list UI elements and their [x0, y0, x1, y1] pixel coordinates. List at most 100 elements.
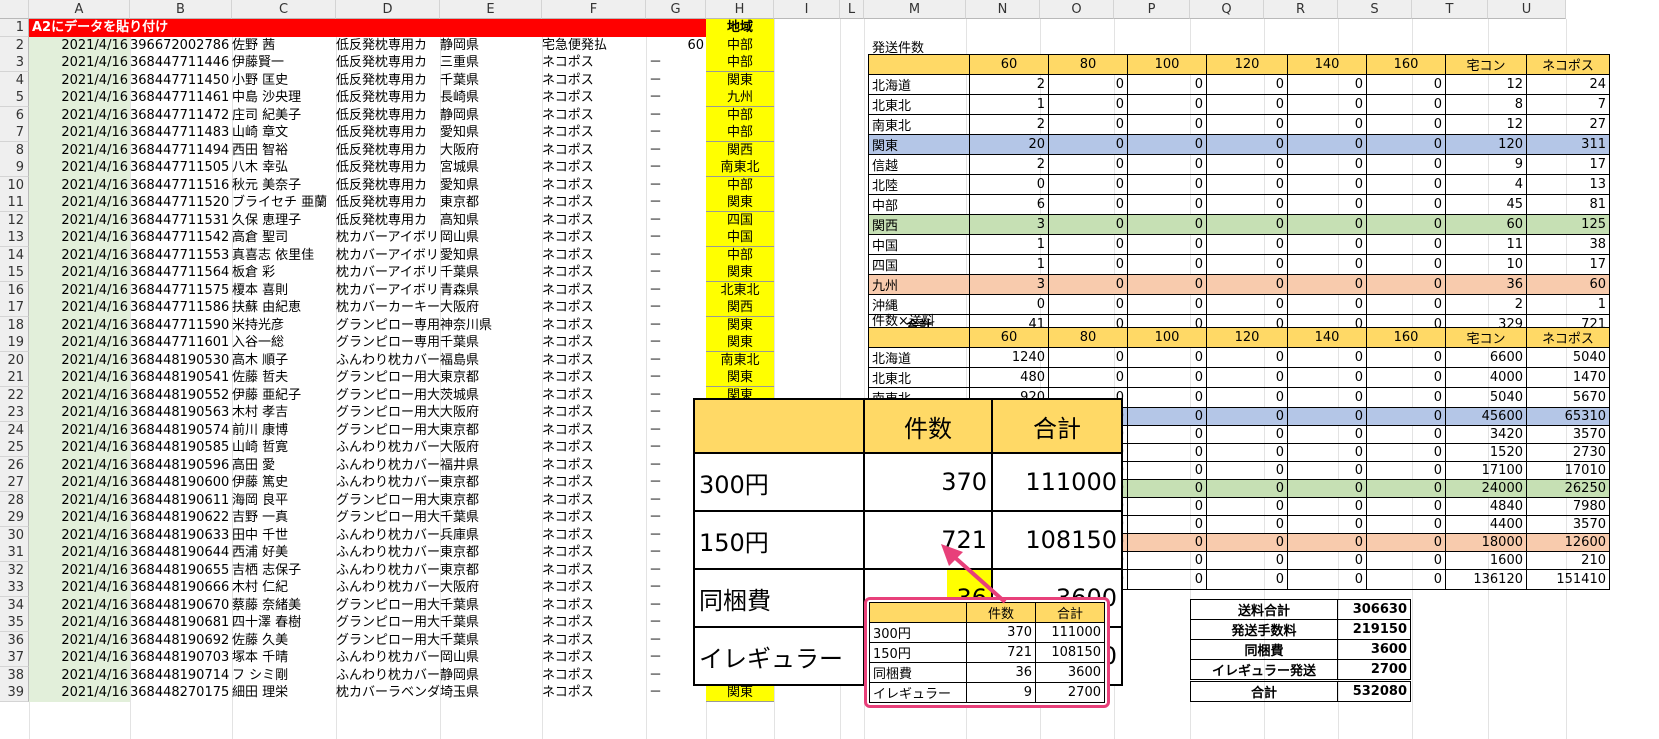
cell-region[interactable]: 中部 — [706, 124, 774, 142]
cell-g[interactable]: － — [646, 684, 706, 702]
cell-method[interactable]: ネコポス — [542, 422, 646, 440]
summary-total[interactable]: 111000 — [1035, 622, 1105, 643]
region-label[interactable]: 関西 — [868, 214, 970, 235]
cell-name[interactable]: 塚本 千晴 — [232, 649, 336, 667]
region-label[interactable]: 北東北 — [868, 94, 970, 115]
cell-name[interactable]: 前川 康博 — [232, 422, 336, 440]
cell-id[interactable]: 368447711450 — [130, 72, 232, 90]
table-value[interactable]: 4000 — [1445, 367, 1527, 388]
table-value[interactable]: 0 — [1127, 154, 1207, 175]
table-value[interactable]: 0 — [1366, 347, 1446, 368]
cell-name[interactable]: 蔡藤 奈緒美 — [232, 597, 336, 615]
cell-id[interactable]: 368448190622 — [130, 509, 232, 527]
cell-id[interactable]: 368447711553 — [130, 247, 232, 265]
table-value[interactable]: 0 — [1366, 461, 1446, 480]
table-value[interactable]: 0 — [1206, 74, 1288, 95]
table-value[interactable]: 5670 — [1526, 387, 1610, 408]
row-header[interactable]: 34 — [0, 596, 29, 615]
row-header[interactable]: 2 — [0, 36, 29, 55]
table-value[interactable]: 0 — [1366, 551, 1446, 570]
cell-name[interactable]: 吉栖 志保子 — [232, 562, 336, 580]
cell-id[interactable]: 368447711483 — [130, 124, 232, 142]
table-value[interactable]: 2730 — [1526, 443, 1610, 462]
region-label[interactable]: 四国 — [868, 254, 970, 275]
column-header-L[interactable]: L — [840, 0, 864, 19]
table-value[interactable]: 3420 — [1445, 425, 1527, 444]
row-header[interactable]: 1 — [0, 19, 29, 37]
table-value[interactable]: 0 — [1287, 443, 1367, 462]
table-value[interactable]: 0 — [1048, 214, 1128, 235]
table-value[interactable]: 0 — [1287, 274, 1367, 295]
row-header[interactable]: 6 — [0, 106, 29, 125]
row-header[interactable]: 22 — [0, 386, 29, 405]
table-value[interactable]: 0 — [1127, 497, 1207, 516]
cell-name[interactable]: 四十澤 春樹 — [232, 614, 336, 632]
cell-date[interactable]: 2021/4/16 — [29, 439, 130, 457]
region-label[interactable]: 関東 — [868, 134, 970, 155]
table-value[interactable]: 0 — [1048, 194, 1128, 215]
cell-date[interactable]: 2021/4/16 — [29, 526, 130, 545]
table-value[interactable]: 0 — [1366, 234, 1446, 255]
cell-pref[interactable]: 千葉県 — [440, 264, 542, 282]
cell-name[interactable]: 高倉 聖司 — [232, 229, 336, 247]
cell-date[interactable]: 2021/4/16 — [29, 194, 130, 212]
cell-name[interactable]: 中島 沙央理 — [232, 89, 336, 107]
table-value[interactable]: 0 — [1048, 367, 1128, 388]
cell-name[interactable]: 木村 仁紀 — [232, 579, 336, 597]
column-header-B[interactable]: B — [130, 0, 232, 19]
row-header[interactable]: 35 — [0, 614, 29, 632]
cell-pref[interactable]: 大阪府 — [440, 299, 542, 317]
cell-region[interactable]: 北東北 — [706, 281, 774, 300]
cell-name[interactable]: 入谷一総 — [232, 334, 336, 352]
table-value[interactable]: 0 — [1048, 234, 1128, 255]
table-value[interactable]: 0 — [1206, 407, 1288, 426]
cell-method[interactable]: ネコポス — [542, 457, 646, 475]
table-value[interactable]: 18000 — [1445, 533, 1527, 552]
row-header[interactable]: 30 — [0, 526, 29, 545]
cell-g[interactable]: － — [646, 317, 706, 335]
grand-value[interactable]: 306630 — [1337, 599, 1411, 620]
table-value[interactable]: 0 — [1287, 515, 1367, 534]
table-value[interactable]: 5040 — [1526, 347, 1610, 368]
table-value[interactable]: 0 — [1127, 387, 1207, 408]
cell-id[interactable]: 368448190552 — [130, 387, 232, 405]
table-value[interactable]: 0 — [1127, 515, 1207, 534]
table-value[interactable]: 311 — [1526, 134, 1610, 155]
table-value[interactable]: 45600 — [1445, 407, 1527, 426]
table-value[interactable]: 0 — [1366, 515, 1446, 534]
cell-name[interactable]: 米持光彦 — [232, 317, 336, 335]
cell-method[interactable]: ネコポス — [542, 107, 646, 125]
cell-name[interactable]: 八木 幸弘 — [232, 159, 336, 177]
table-value[interactable]: 0 — [1048, 94, 1128, 115]
row-header[interactable]: 24 — [0, 421, 29, 440]
cell-name[interactable]: 板倉 彩 — [232, 264, 336, 282]
cell-item[interactable]: グランピロー用大 — [336, 614, 440, 632]
cell-date[interactable]: 2021/4/16 — [29, 421, 130, 440]
cell-id[interactable]: 368448190585 — [130, 439, 232, 457]
cell-method[interactable]: ネコポス — [542, 352, 646, 370]
cell-name[interactable]: 細田 理栄 — [232, 684, 336, 702]
zoom-count[interactable]: 370 — [863, 452, 993, 512]
cell-pref[interactable]: 東京都 — [440, 474, 542, 492]
cell-date[interactable]: 2021/4/16 — [29, 229, 130, 247]
column-header-T[interactable]: T — [1412, 0, 1488, 19]
cell-item[interactable]: ふんわり枕カバー — [336, 439, 440, 457]
cell-pref[interactable]: 愛知県 — [440, 247, 542, 265]
cell-item[interactable]: 枕カバーアイボリ — [336, 229, 440, 247]
table-value[interactable]: 0 — [1366, 294, 1446, 315]
cell-name[interactable]: 伊藤 篤史 — [232, 474, 336, 492]
table-value[interactable]: 5040 — [1445, 387, 1527, 408]
table-value[interactable]: 0 — [1127, 74, 1207, 95]
table-value[interactable]: 0 — [1287, 194, 1367, 215]
cell-pref[interactable]: 東京都 — [440, 492, 542, 510]
cell-item[interactable]: グランピロー専用 — [336, 334, 440, 352]
summary-count[interactable]: 370 — [966, 622, 1036, 643]
row-header[interactable]: 19 — [0, 334, 29, 352]
cell-region[interactable]: 関東 — [706, 264, 774, 282]
cell-id[interactable]: 368448190541 — [130, 369, 232, 387]
table-value[interactable]: 27 — [1526, 114, 1610, 135]
cell-g[interactable]: － — [646, 89, 706, 107]
cell-pref[interactable]: 宮城県 — [440, 159, 542, 177]
cell-item[interactable]: ふんわり枕カバー — [336, 649, 440, 667]
cell-id[interactable]: 368448190600 — [130, 474, 232, 492]
